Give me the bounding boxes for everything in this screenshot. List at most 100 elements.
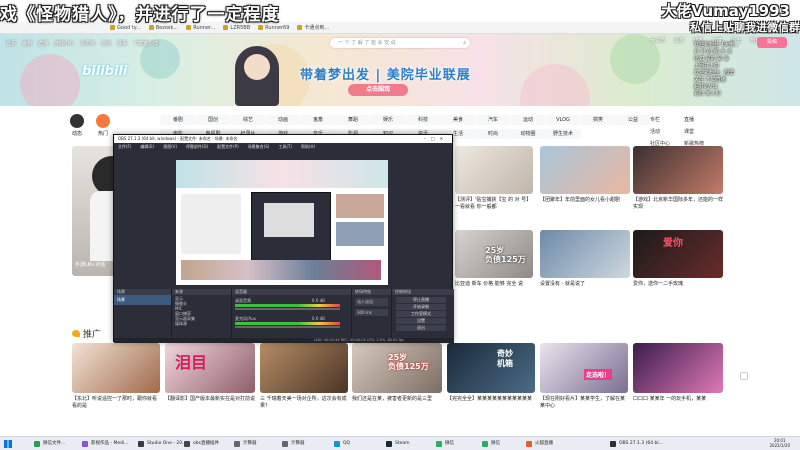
nav-live[interactable]: 直播: [38, 40, 48, 47]
bookmark-item[interactable]: Good ty...: [110, 25, 141, 31]
category-pill[interactable]: 野生技术: [545, 129, 581, 139]
promo-card[interactable]: [260, 343, 348, 393]
duration-field[interactable]: 300 ms: [355, 309, 388, 316]
obs-menu-item[interactable]: 配置文件(P): [217, 143, 239, 150]
vip-icon[interactable]: 大会员: [650, 37, 665, 44]
promo-caption[interactable]: 【翻译影】国产版本最新实在是对打前说: [165, 396, 255, 403]
settings-button[interactable]: 设置: [396, 318, 446, 324]
video-card[interactable]: [540, 146, 630, 194]
category-pill[interactable]: 番剧: [160, 115, 196, 125]
nav-comic[interactable]: 漫画: [101, 40, 111, 47]
promo-card[interactable]: 走选啦！: [540, 343, 628, 393]
banner-cta-button[interactable]: 点击围观: [348, 84, 408, 96]
taskbar-item[interactable]: 火狐直播: [526, 439, 553, 449]
search-icon[interactable]: ⌕: [463, 38, 466, 48]
taskbar-item[interactable]: QQ: [334, 439, 350, 449]
bookmark-item[interactable]: Runner69: [258, 25, 289, 31]
obs-menu-item[interactable]: 帮助(H): [301, 143, 315, 150]
stop-streaming-button[interactable]: 停止直播: [396, 297, 446, 303]
category-dynamic[interactable]: 动态: [70, 114, 84, 137]
taskbar-item[interactable]: Steam: [386, 439, 410, 449]
obs-menu-item[interactable]: 工具(T): [278, 143, 292, 150]
promo-card[interactable]: 奇妙 机箱: [447, 343, 535, 393]
category-pill[interactable]: 国创: [195, 115, 231, 125]
obs-menu-item[interactable]: 编辑(E): [140, 143, 154, 150]
start-recording-button[interactable]: 开始录制: [396, 304, 446, 310]
scene-item[interactable]: 场景: [114, 295, 171, 305]
taskbar-item[interactable]: 微信文件...: [34, 439, 65, 449]
video-card[interactable]: [455, 146, 533, 194]
nav-download[interactable]: 下载客户端: [133, 40, 158, 47]
taskbar-item[interactable]: 微信: [482, 439, 500, 449]
category-pill[interactable]: 科技: [405, 115, 441, 125]
side-link[interactable]: 直播: [684, 114, 718, 126]
bookmark-item[interactable]: Bezosk...: [149, 25, 178, 31]
category-pill[interactable]: 鬼畜: [300, 115, 336, 125]
promo-caption[interactable]: 口口口 某某年 一的玩手机，某某: [633, 396, 723, 403]
studio-mode-button[interactable]: 工作室模式: [396, 311, 446, 317]
card-caption[interactable]: 【游戏】北京新华国际多年，还能的一样实现: [633, 197, 723, 211]
obs-menu-item[interactable]: 停靠部件(D): [186, 143, 208, 150]
side-link[interactable]: 专栏: [650, 114, 684, 126]
card-caption[interactable]: 【团聚年】年前里面的女儿看小甜剧: [540, 197, 630, 204]
video-card[interactable]: [633, 146, 723, 194]
taskbar-item[interactable]: OBS 27.1.3 (64 bi...: [610, 439, 663, 449]
promo-caption[interactable]: 三 千瑞着天美一场对企所，这次会有成果？: [260, 396, 348, 410]
promo-caption[interactable]: 【完完全全】某某某某某某某某某某某: [447, 396, 535, 403]
category-pill[interactable]: 娱乐: [370, 115, 406, 125]
category-hot[interactable]: 热门: [96, 114, 110, 137]
bookmark-item[interactable]: 卡通点到...: [297, 24, 329, 31]
volume-slider[interactable]: [235, 326, 340, 328]
windows-start-icon[interactable]: [4, 440, 12, 448]
category-pill[interactable]: 公益: [615, 115, 651, 125]
category-pill[interactable]: 搞笑: [580, 115, 616, 125]
promo-card[interactable]: 25岁 负债125万: [352, 343, 442, 393]
nav-esports[interactable]: 赛事: [117, 40, 127, 47]
message-icon[interactable]: 消息: [674, 37, 684, 44]
promo-card[interactable]: [633, 343, 723, 393]
promo-card[interactable]: 泪目: [165, 343, 255, 393]
category-pill[interactable]: 动物圈: [510, 129, 546, 139]
source-item[interactable]: 媒体源: [175, 321, 228, 326]
promo-caption[interactable]: 我们还是在某，被害者更新的是三里: [352, 396, 442, 403]
exit-button[interactable]: 退出: [396, 325, 446, 331]
taskbar-item[interactable]: 计算器: [282, 439, 305, 449]
obs-preview-canvas[interactable]: [176, 160, 388, 285]
video-card[interactable]: [540, 230, 630, 278]
nav-anime[interactable]: 番剧: [22, 40, 32, 47]
scroll-top-button[interactable]: [740, 372, 748, 380]
category-pill[interactable]: 汽车: [475, 115, 511, 125]
promo-caption[interactable]: 【现在刚好看片】某某学生，了解在某某中心: [540, 396, 628, 410]
category-pill[interactable]: VLOG: [545, 115, 581, 125]
volume-slider[interactable]: [235, 308, 340, 310]
obs-menu-item[interactable]: 场景集合(S): [248, 143, 270, 150]
card-caption[interactable]: 爱你，送你一二手玫瑰: [633, 281, 723, 288]
card-caption[interactable]: 比亚迪 新车 价格 能够 完全 说: [455, 281, 533, 288]
taskbar-item[interactable]: 影视作品 - Medi...: [82, 439, 129, 449]
video-card[interactable]: 25岁 负债125万: [455, 230, 533, 278]
category-pill[interactable]: 综艺: [230, 115, 266, 125]
category-pill[interactable]: 舞蹈: [335, 115, 371, 125]
taskbar-item[interactable]: 计算器: [234, 439, 257, 449]
promo-card[interactable]: [72, 343, 160, 393]
category-pill[interactable]: 运动: [510, 115, 546, 125]
category-pill[interactable]: 美食: [440, 115, 476, 125]
side-link[interactable]: 课堂: [684, 126, 718, 138]
category-pill[interactable]: 动画: [265, 115, 301, 125]
search-input[interactable]: 一 个 了 解 了 能 会 安 说 ⌕: [330, 38, 470, 48]
bilibili-logo[interactable]: bilibili: [82, 64, 127, 79]
obs-menu-item[interactable]: 视图(V): [163, 143, 177, 150]
promo-caption[interactable]: 【东北】听说遥控一了那时，跟你就看看的是: [72, 396, 160, 410]
video-card[interactable]: 爱你: [633, 230, 723, 278]
banner-title[interactable]: 带着梦出发 | 美院毕业联展: [300, 64, 471, 83]
side-link[interactable]: 活动: [650, 126, 684, 138]
card-caption[interactable]: 【测评】'贴宝捕获【宝 的 对 号】一看就看 你一般都: [455, 197, 533, 211]
transition-select[interactable]: 淡入淡出: [355, 298, 388, 306]
nav-mall[interactable]: 会员购: [80, 40, 95, 47]
system-clock[interactable]: 20:01 2022/1/20: [769, 438, 790, 448]
nav-home[interactable]: 首页: [6, 40, 16, 47]
category-pill[interactable]: 时尚: [475, 129, 511, 139]
window-controls-icon[interactable]: –□✕: [424, 135, 448, 143]
taskbar-item[interactable]: Studio One - 20...: [138, 439, 186, 449]
bookmark-item[interactable]: Runner...: [186, 25, 215, 31]
